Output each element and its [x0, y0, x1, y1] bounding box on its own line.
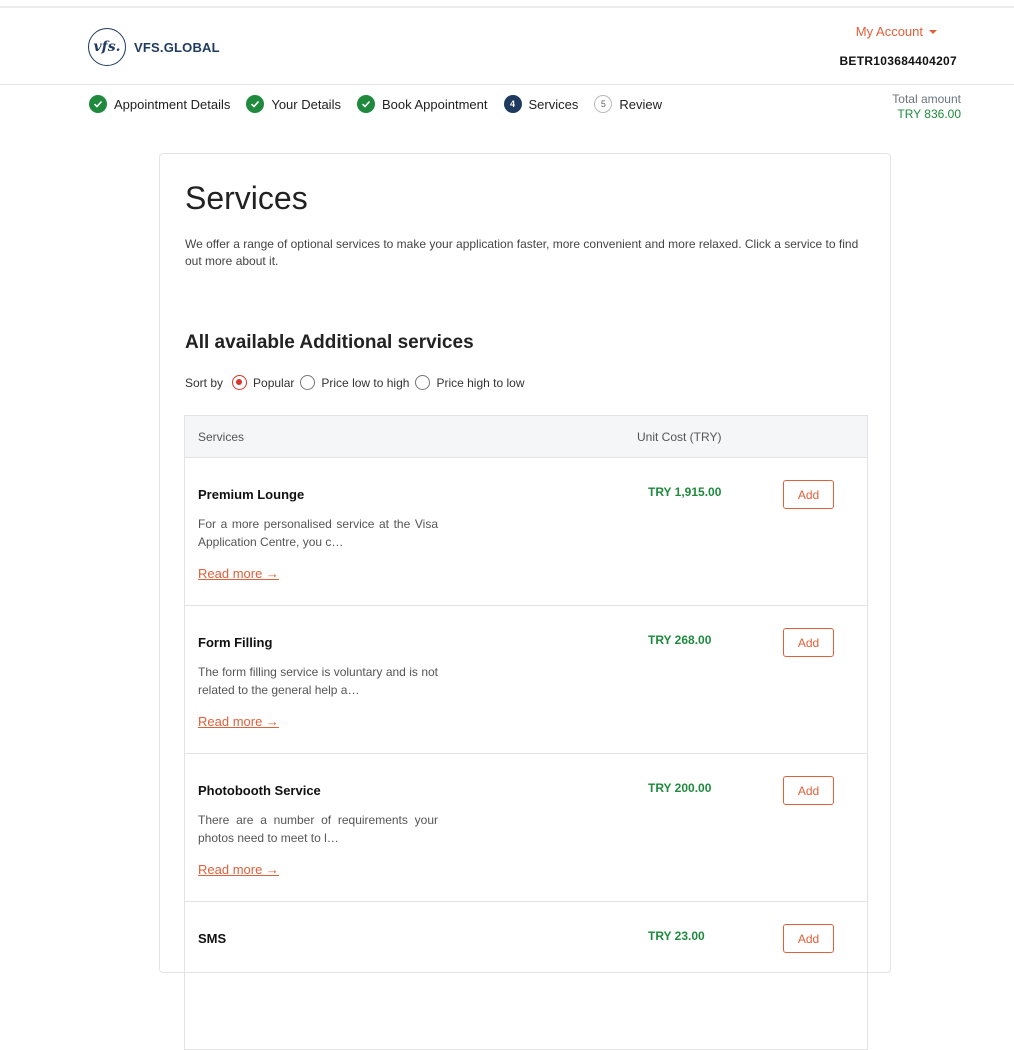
add-service-button[interactable]: Add [783, 776, 834, 805]
step-book-appointment: Book Appointment [356, 95, 488, 113]
vfs-logo[interactable]: vfs. VFS.GLOBAL [88, 28, 220, 66]
radio-label: Price low to high [321, 375, 410, 390]
logo-mark: vfs. [88, 28, 126, 66]
table-header: Services Unit Cost (TRY) [185, 416, 867, 458]
radio-unchecked-icon [300, 375, 316, 390]
service-price: TRY 23.00 [648, 929, 705, 943]
sort-price-low-high-radio[interactable]: Price low to high [300, 375, 409, 390]
read-more-link[interactable]: Read more → [198, 862, 279, 877]
step-label: Review [619, 96, 662, 112]
intro-text: We offer a range of optional services to… [185, 237, 859, 268]
service-name: Photobooth Service [198, 783, 321, 798]
service-description: The form filling service is voluntary an… [198, 665, 438, 697]
sort-price-high-low-radio[interactable]: Price high to low [415, 375, 524, 390]
my-account-label: My Account [855, 24, 923, 39]
step-label: Appointment Details [114, 96, 231, 112]
step-label: Services [528, 96, 579, 112]
add-service-button[interactable]: Add [783, 628, 834, 657]
radio-label: Price high to low [436, 375, 525, 390]
column-header-unit-cost: Unit Cost (TRY) [637, 430, 722, 444]
reference-number: BETR103684404207 [839, 54, 957, 68]
logo-text: VFS.GLOBAL [134, 39, 220, 55]
service-description: There are a number of requirements your … [198, 813, 438, 845]
sort-popular-radio[interactable]: Popular [232, 375, 294, 390]
sort-options: Sort by Popular Price low to high Price … [185, 375, 530, 390]
service-description: For a more personalised service at the V… [198, 517, 438, 549]
step-label: Book Appointment [381, 96, 488, 112]
caret-down-icon [929, 29, 937, 34]
table-row: SMS TRY 23.00 Add [185, 902, 867, 1050]
read-more-link[interactable]: Read more → [198, 566, 279, 581]
my-account-menu[interactable]: My Account [856, 24, 937, 39]
step-appointment-details: Appointment Details [89, 95, 230, 113]
site-header: vfs. VFS.GLOBAL My Account BETR103684404… [0, 8, 1014, 85]
step-review: 5 Review [594, 95, 662, 113]
step-number-badge: 5 [594, 95, 613, 113]
service-price: TRY 1,915.00 [648, 485, 722, 499]
service-price: TRY 200.00 [648, 781, 712, 795]
sort-label: Sort by [185, 375, 224, 390]
table-row: Form Filling The form filling service is… [185, 606, 867, 754]
service-name: Form Filling [198, 635, 273, 650]
total-label: Total amount [892, 92, 961, 106]
total-amount: TRY 836.00 [897, 107, 961, 121]
radio-label: Popular [253, 375, 295, 390]
column-header-services: Services [198, 430, 245, 444]
progress-stepper: Appointment Details Your Details Book Ap… [89, 95, 678, 113]
service-name: SMS [198, 931, 227, 946]
step-number-badge: 4 [503, 95, 522, 113]
services-card: Services We offer a range of optional se… [159, 153, 891, 1050]
step-services: 4 Services [503, 95, 579, 113]
add-service-button[interactable]: Add [783, 924, 834, 953]
service-name: Premium Lounge [198, 487, 305, 502]
read-more-link[interactable]: Read more → [198, 714, 279, 729]
check-icon [89, 95, 107, 113]
check-icon [246, 95, 265, 113]
table-row: Premium Lounge For a more personalised s… [185, 458, 867, 606]
step-label: Your Details [271, 96, 341, 112]
step-your-details: Your Details [246, 95, 341, 113]
section-title: All available Additional services [185, 332, 474, 353]
total-amount-panel: Total amount TRY 836.00 [892, 92, 961, 122]
page-title: Services [185, 180, 308, 216]
check-icon [356, 95, 375, 113]
radio-checked-icon [232, 375, 248, 390]
table-row: Photobooth Service There are a number of… [185, 754, 867, 902]
service-price: TRY 268.00 [648, 633, 712, 647]
add-service-button[interactable]: Add [783, 480, 834, 509]
services-table: Services Unit Cost (TRY) Premium Lounge … [184, 415, 868, 1050]
radio-unchecked-icon [415, 375, 431, 390]
